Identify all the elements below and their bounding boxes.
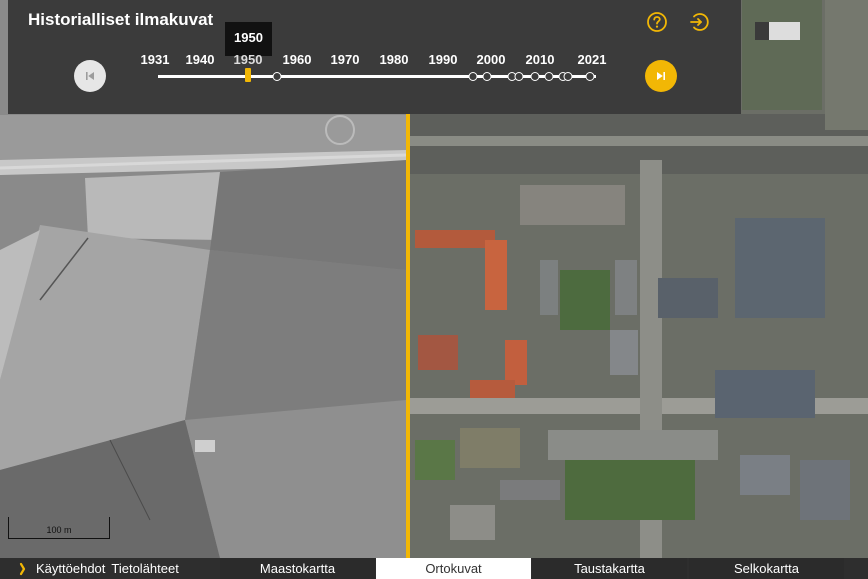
footer-bar: Käyttöehdot Tietolähteet Maastokartta Or…	[0, 558, 868, 579]
scale-bar: 100 m	[8, 517, 110, 539]
timeline-point[interactable]	[272, 72, 282, 81]
tab-taustakartta[interactable]: Taustakartta	[532, 558, 687, 579]
timeline-point[interactable]	[585, 72, 595, 81]
tab-selkokartta[interactable]: Selkokartta	[689, 558, 844, 579]
year-label-1931[interactable]: 1931	[141, 52, 170, 67]
exit-icon[interactable]	[688, 11, 710, 33]
timeline-point[interactable]	[544, 72, 554, 81]
selected-year-tooltip: 1950	[225, 22, 272, 62]
timeline-point[interactable]	[514, 72, 524, 81]
logo-icon	[19, 562, 26, 575]
year-label-1940[interactable]: 1940	[186, 52, 215, 67]
timeline-point[interactable]	[563, 72, 573, 81]
tab-ortokuvat[interactable]: Ortokuvat	[376, 558, 531, 579]
swipe-divider[interactable]	[406, 114, 410, 558]
skip-previous-icon	[86, 72, 94, 80]
year-label-2000[interactable]: 2000	[477, 52, 506, 67]
year-label-2010[interactable]: 2010	[526, 52, 555, 67]
help-circle-icon[interactable]	[646, 11, 668, 33]
scale-label: 100 m	[46, 525, 72, 535]
year-label-2021[interactable]: 2021	[578, 52, 607, 67]
terms-link[interactable]: Käyttöehdot	[36, 561, 105, 576]
previous-year-button[interactable]	[74, 60, 106, 92]
panel-title: Historialliset ilmakuvat	[28, 10, 214, 29]
year-label-1950[interactable]: 1950	[234, 52, 263, 67]
year-label-1980[interactable]: 1980	[380, 52, 409, 67]
timeline-point[interactable]	[468, 72, 478, 81]
timeline-handle[interactable]	[245, 68, 251, 82]
tab-maastokartta[interactable]: Maastokartta	[220, 558, 375, 579]
skip-next-icon	[657, 72, 665, 80]
footer-links: Käyttöehdot Tietolähteet	[18, 558, 179, 579]
year-label-1990[interactable]: 1990	[429, 52, 458, 67]
timeline-point[interactable]	[482, 72, 492, 81]
next-year-button[interactable]	[645, 60, 677, 92]
year-label-1960[interactable]: 1960	[283, 52, 312, 67]
data-sources-link[interactable]: Tietolähteet	[111, 561, 178, 576]
year-label-1970[interactable]: 1970	[331, 52, 360, 67]
historical-photos-panel: Historialliset ilmakuvat 1950 1931 1940 …	[8, 0, 741, 114]
timeline-point[interactable]	[530, 72, 540, 81]
